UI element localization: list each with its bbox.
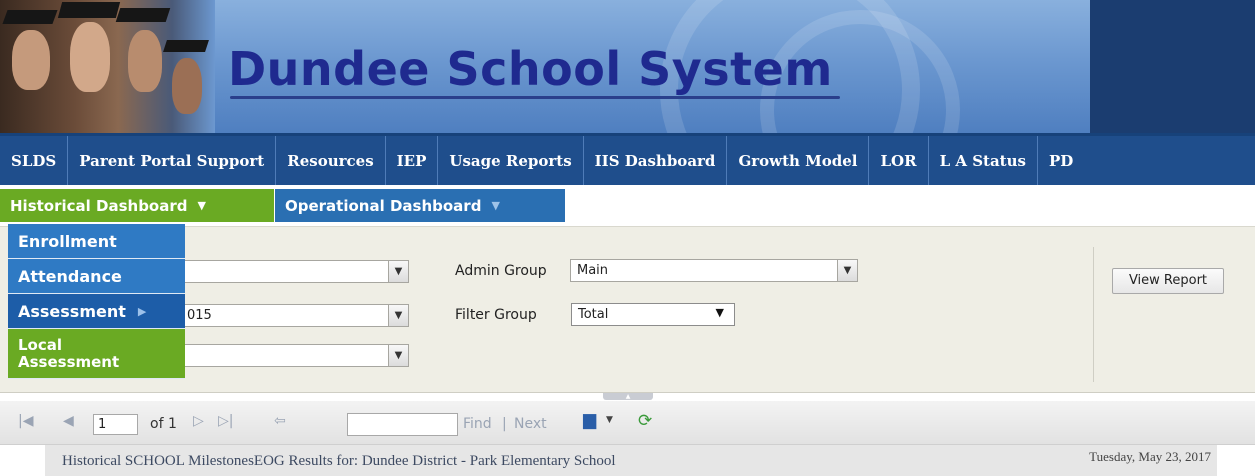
next-link[interactable]: Next <box>514 416 547 432</box>
chevron-down-icon[interactable]: ▼ <box>606 415 613 425</box>
previous-page-icon[interactable]: ◀ <box>63 413 74 429</box>
parameter-dropdown-2[interactable]: 015 ▼ <box>150 304 409 327</box>
back-icon[interactable]: ⇦ <box>274 413 286 429</box>
filter-group-label: Filter Group <box>455 307 537 323</box>
banner-right-panel <box>1090 0 1255 133</box>
dashboard-tabs: Historical Dashboard ▼ Operational Dashb… <box>0 189 565 222</box>
nav-item-lor[interactable]: LOR <box>869 136 929 185</box>
parameter-dropdown-3[interactable]: ▼ <box>150 344 409 367</box>
page-count: of 1 <box>150 416 177 432</box>
historical-dashboard-menu: Enrollment Attendance Assessment ▶ Local… <box>8 224 185 379</box>
nav-item-slds[interactable]: SLDS <box>0 136 69 185</box>
tab-operational-label: Operational Dashboard <box>285 196 482 215</box>
menu-item-enrollment-label: Enrollment <box>18 231 117 251</box>
filter-group-value: Total <box>578 307 609 322</box>
find-separator: | <box>502 416 507 432</box>
chevron-down-icon: ▼ <box>491 199 500 212</box>
admin-group-value: Main <box>577 263 609 278</box>
menu-item-assessment[interactable]: Assessment ▶ <box>8 294 185 329</box>
page-number-input[interactable]: 1 <box>93 414 138 435</box>
top-navigation: SLDS Parent Portal Support Resources IEP… <box>0 133 1255 185</box>
nav-item-resources[interactable]: Resources <box>276 136 386 185</box>
report-toolbar: |◀ ◀ 1 of 1 ▷ ▷| ⇦ Find | Next ▆ ▼ ⟳ <box>0 401 1255 445</box>
report-title: Historical SCHOOL MilestonesEOG Results … <box>62 453 616 469</box>
chevron-down-icon: ▼ <box>197 199 206 212</box>
students-photo <box>0 0 215 133</box>
first-page-icon[interactable]: |◀ <box>18 413 33 429</box>
title-underline <box>230 96 840 99</box>
menu-item-local-assessment[interactable]: Local Assessment <box>8 329 185 379</box>
next-page-icon[interactable]: ▷ <box>193 413 204 429</box>
panel-divider <box>1093 247 1094 382</box>
report-date: Tuesday, May 23, 2017 <box>1089 449 1211 464</box>
nav-item-usage-reports[interactable]: Usage Reports <box>438 136 584 185</box>
menu-item-local-label: Local <box>18 335 63 354</box>
admin-group-label: Admin Group <box>455 263 547 279</box>
nav-item-growth-model[interactable]: Growth Model <box>727 136 870 185</box>
dropdown-arrow-icon[interactable]: ▼ <box>388 345 408 366</box>
menu-item-assessment-label: Assessment <box>18 301 126 321</box>
menu-item-local-assessment-label: Assessment <box>18 352 120 371</box>
header-banner: Dundee School System <box>0 0 1255 133</box>
export-icon[interactable]: ▆ <box>583 410 596 430</box>
filter-group-select[interactable]: Total ▼ <box>571 303 735 326</box>
view-report-button[interactable]: View Report <box>1112 268 1224 294</box>
menu-item-attendance[interactable]: Attendance <box>8 259 185 294</box>
nav-item-pd[interactable]: PD <box>1038 136 1084 185</box>
parameter-dropdown-1[interactable]: ▼ <box>150 260 409 283</box>
dropdown-arrow-icon[interactable]: ▼ <box>388 261 408 282</box>
admin-group-dropdown[interactable]: Main ▼ <box>570 259 858 282</box>
nav-item-la-status[interactable]: L A Status <box>929 136 1038 185</box>
parameter-dropdown-2-value: 015 <box>187 308 212 323</box>
dropdown-arrow-icon[interactable]: ▼ <box>837 260 857 281</box>
report-header: Historical SCHOOL MilestonesEOG Results … <box>45 445 1217 476</box>
find-link[interactable]: Find <box>463 416 492 432</box>
tab-historical-dashboard[interactable]: Historical Dashboard ▼ <box>0 189 274 222</box>
last-page-icon[interactable]: ▷| <box>218 413 233 429</box>
report-parameters-panel: ▼ 015 ▼ ▼ Admin Group Main ▼ Filter Grou… <box>0 226 1255 393</box>
find-text-input[interactable] <box>347 413 458 436</box>
collapse-parameters-handle[interactable]: ▲ <box>603 393 653 400</box>
tab-operational-dashboard[interactable]: Operational Dashboard ▼ <box>275 189 565 222</box>
tab-historical-label: Historical Dashboard <box>10 196 188 215</box>
menu-item-attendance-label: Attendance <box>18 266 122 286</box>
site-title: Dundee School System <box>228 42 833 96</box>
nav-item-iis-dashboard[interactable]: IIS Dashboard <box>584 136 728 185</box>
nav-item-iep[interactable]: IEP <box>386 136 439 185</box>
menu-item-enrollment[interactable]: Enrollment <box>8 224 185 259</box>
nav-item-parent-portal-support[interactable]: Parent Portal Support <box>68 136 277 185</box>
refresh-icon[interactable]: ⟳ <box>638 411 652 431</box>
caret-down-icon: ▼ <box>715 306 724 319</box>
dropdown-arrow-icon[interactable]: ▼ <box>388 305 408 326</box>
chevron-right-icon: ▶ <box>137 304 147 318</box>
